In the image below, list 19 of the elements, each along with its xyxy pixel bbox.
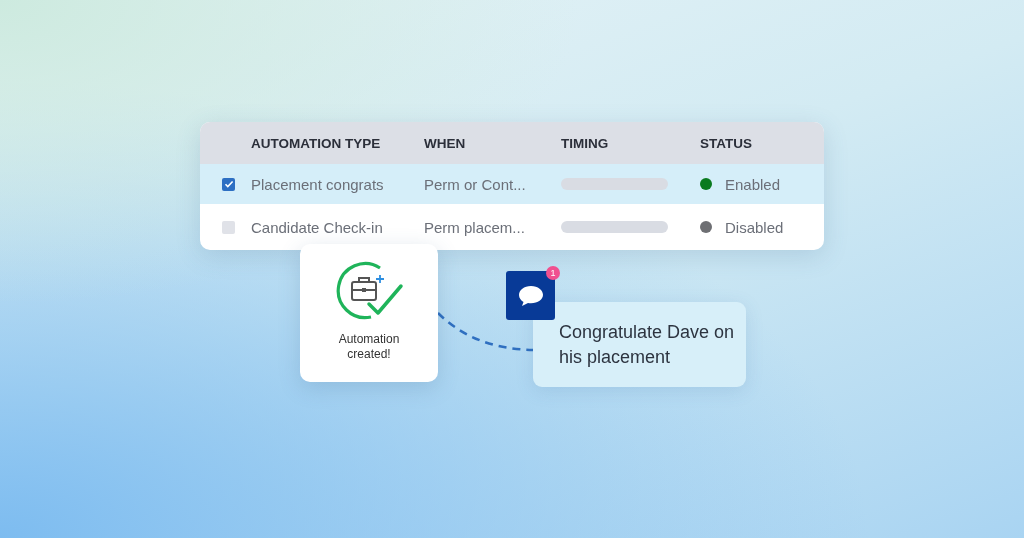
notification-badge: 1 bbox=[546, 266, 560, 280]
column-header: WHEN bbox=[424, 135, 467, 151]
checkbox[interactable] bbox=[222, 220, 235, 234]
chat-app-button[interactable] bbox=[506, 271, 555, 320]
notification-text: Automation created! bbox=[337, 332, 401, 362]
column-header: STATUS bbox=[700, 135, 753, 151]
checkbox[interactable] bbox=[222, 177, 235, 191]
column-header: AUTOMATION TYPE bbox=[251, 135, 382, 151]
table-row[interactable]: Placement congrats Perm or Cont... Enabled bbox=[200, 164, 824, 204]
table-cell-text: Candidate Check-in bbox=[251, 218, 384, 236]
table-row[interactable]: Candidate Check-in Perm placem... Disabled bbox=[200, 204, 824, 250]
status-text: Enabled bbox=[725, 175, 781, 193]
table-cell-text: Perm placem... bbox=[424, 218, 526, 236]
table-cell-text: Perm or Cont... bbox=[424, 175, 527, 193]
status-text: Disabled bbox=[725, 218, 784, 236]
speech-bubble-icon bbox=[516, 283, 545, 308]
message-text: Congratulate Dave on his placement bbox=[533, 302, 746, 387]
table-cell-text: Placement congrats bbox=[251, 175, 385, 193]
column-header: TIMING bbox=[561, 135, 610, 151]
